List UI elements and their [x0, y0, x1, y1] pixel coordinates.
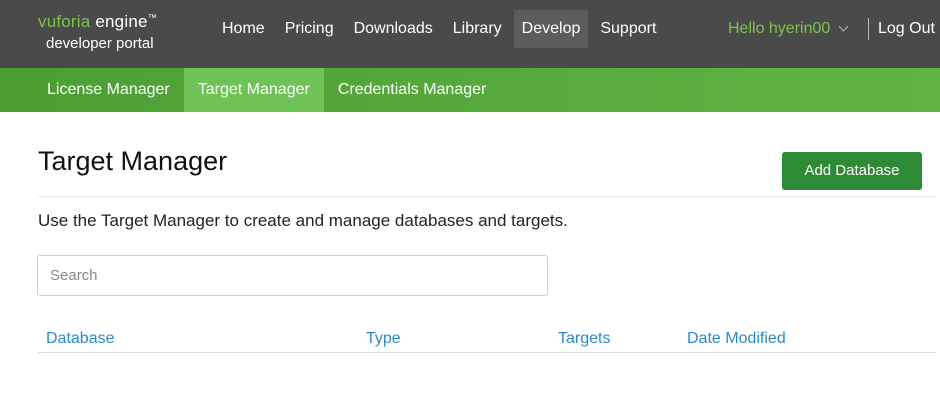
nav-divider — [868, 18, 869, 40]
column-header-type[interactable]: Type — [366, 330, 401, 348]
nav-item-support[interactable]: Support — [592, 10, 664, 48]
logo-trademark: ™ — [147, 12, 157, 23]
nav-item-downloads[interactable]: Downloads — [346, 10, 441, 48]
subnav-item-license-manager[interactable]: License Manager — [33, 68, 184, 112]
logo-product: engine — [95, 12, 148, 31]
column-header-targets[interactable]: Targets — [558, 330, 610, 348]
main-nav: Home Pricing Downloads Library Develop S… — [214, 10, 668, 48]
vuforia-logo[interactable]: vuforia engine™ developer portal — [38, 12, 188, 52]
subnav-item-target-manager[interactable]: Target Manager — [183, 68, 324, 112]
logo-subtitle: developer portal — [46, 35, 154, 52]
column-header-database[interactable]: Database — [46, 330, 115, 348]
nav-item-pricing[interactable]: Pricing — [277, 10, 342, 48]
user-greeting: Hello hyerin00 — [728, 20, 831, 37]
chevron-down-icon — [838, 21, 849, 32]
logout-link[interactable]: Log Out — [878, 10, 935, 48]
user-menu[interactable]: Hello hyerin00 — [728, 10, 849, 48]
table-header-divider — [38, 352, 936, 353]
sub-navbar: License Manager Target Manager Credentia… — [0, 68, 940, 112]
page-description: Use the Target Manager to create and man… — [38, 211, 568, 230]
subnav-item-credentials-manager[interactable]: Credentials Manager — [324, 68, 501, 112]
top-navbar: vuforia engine™ developer portal Home Pr… — [0, 0, 940, 68]
nav-item-home[interactable]: Home — [214, 10, 273, 48]
nav-item-develop[interactable]: Develop — [513, 10, 589, 48]
logo-brand: vuforia — [38, 12, 91, 31]
page-title: Target Manager — [38, 146, 228, 176]
nav-item-library[interactable]: Library — [445, 10, 510, 48]
add-database-button[interactable]: Add Database — [782, 152, 922, 190]
title-divider — [38, 196, 936, 197]
search-input[interactable] — [37, 255, 548, 296]
column-header-date-modified[interactable]: Date Modified — [687, 330, 786, 348]
logo-wordmark: vuforia engine™ — [38, 12, 188, 32]
